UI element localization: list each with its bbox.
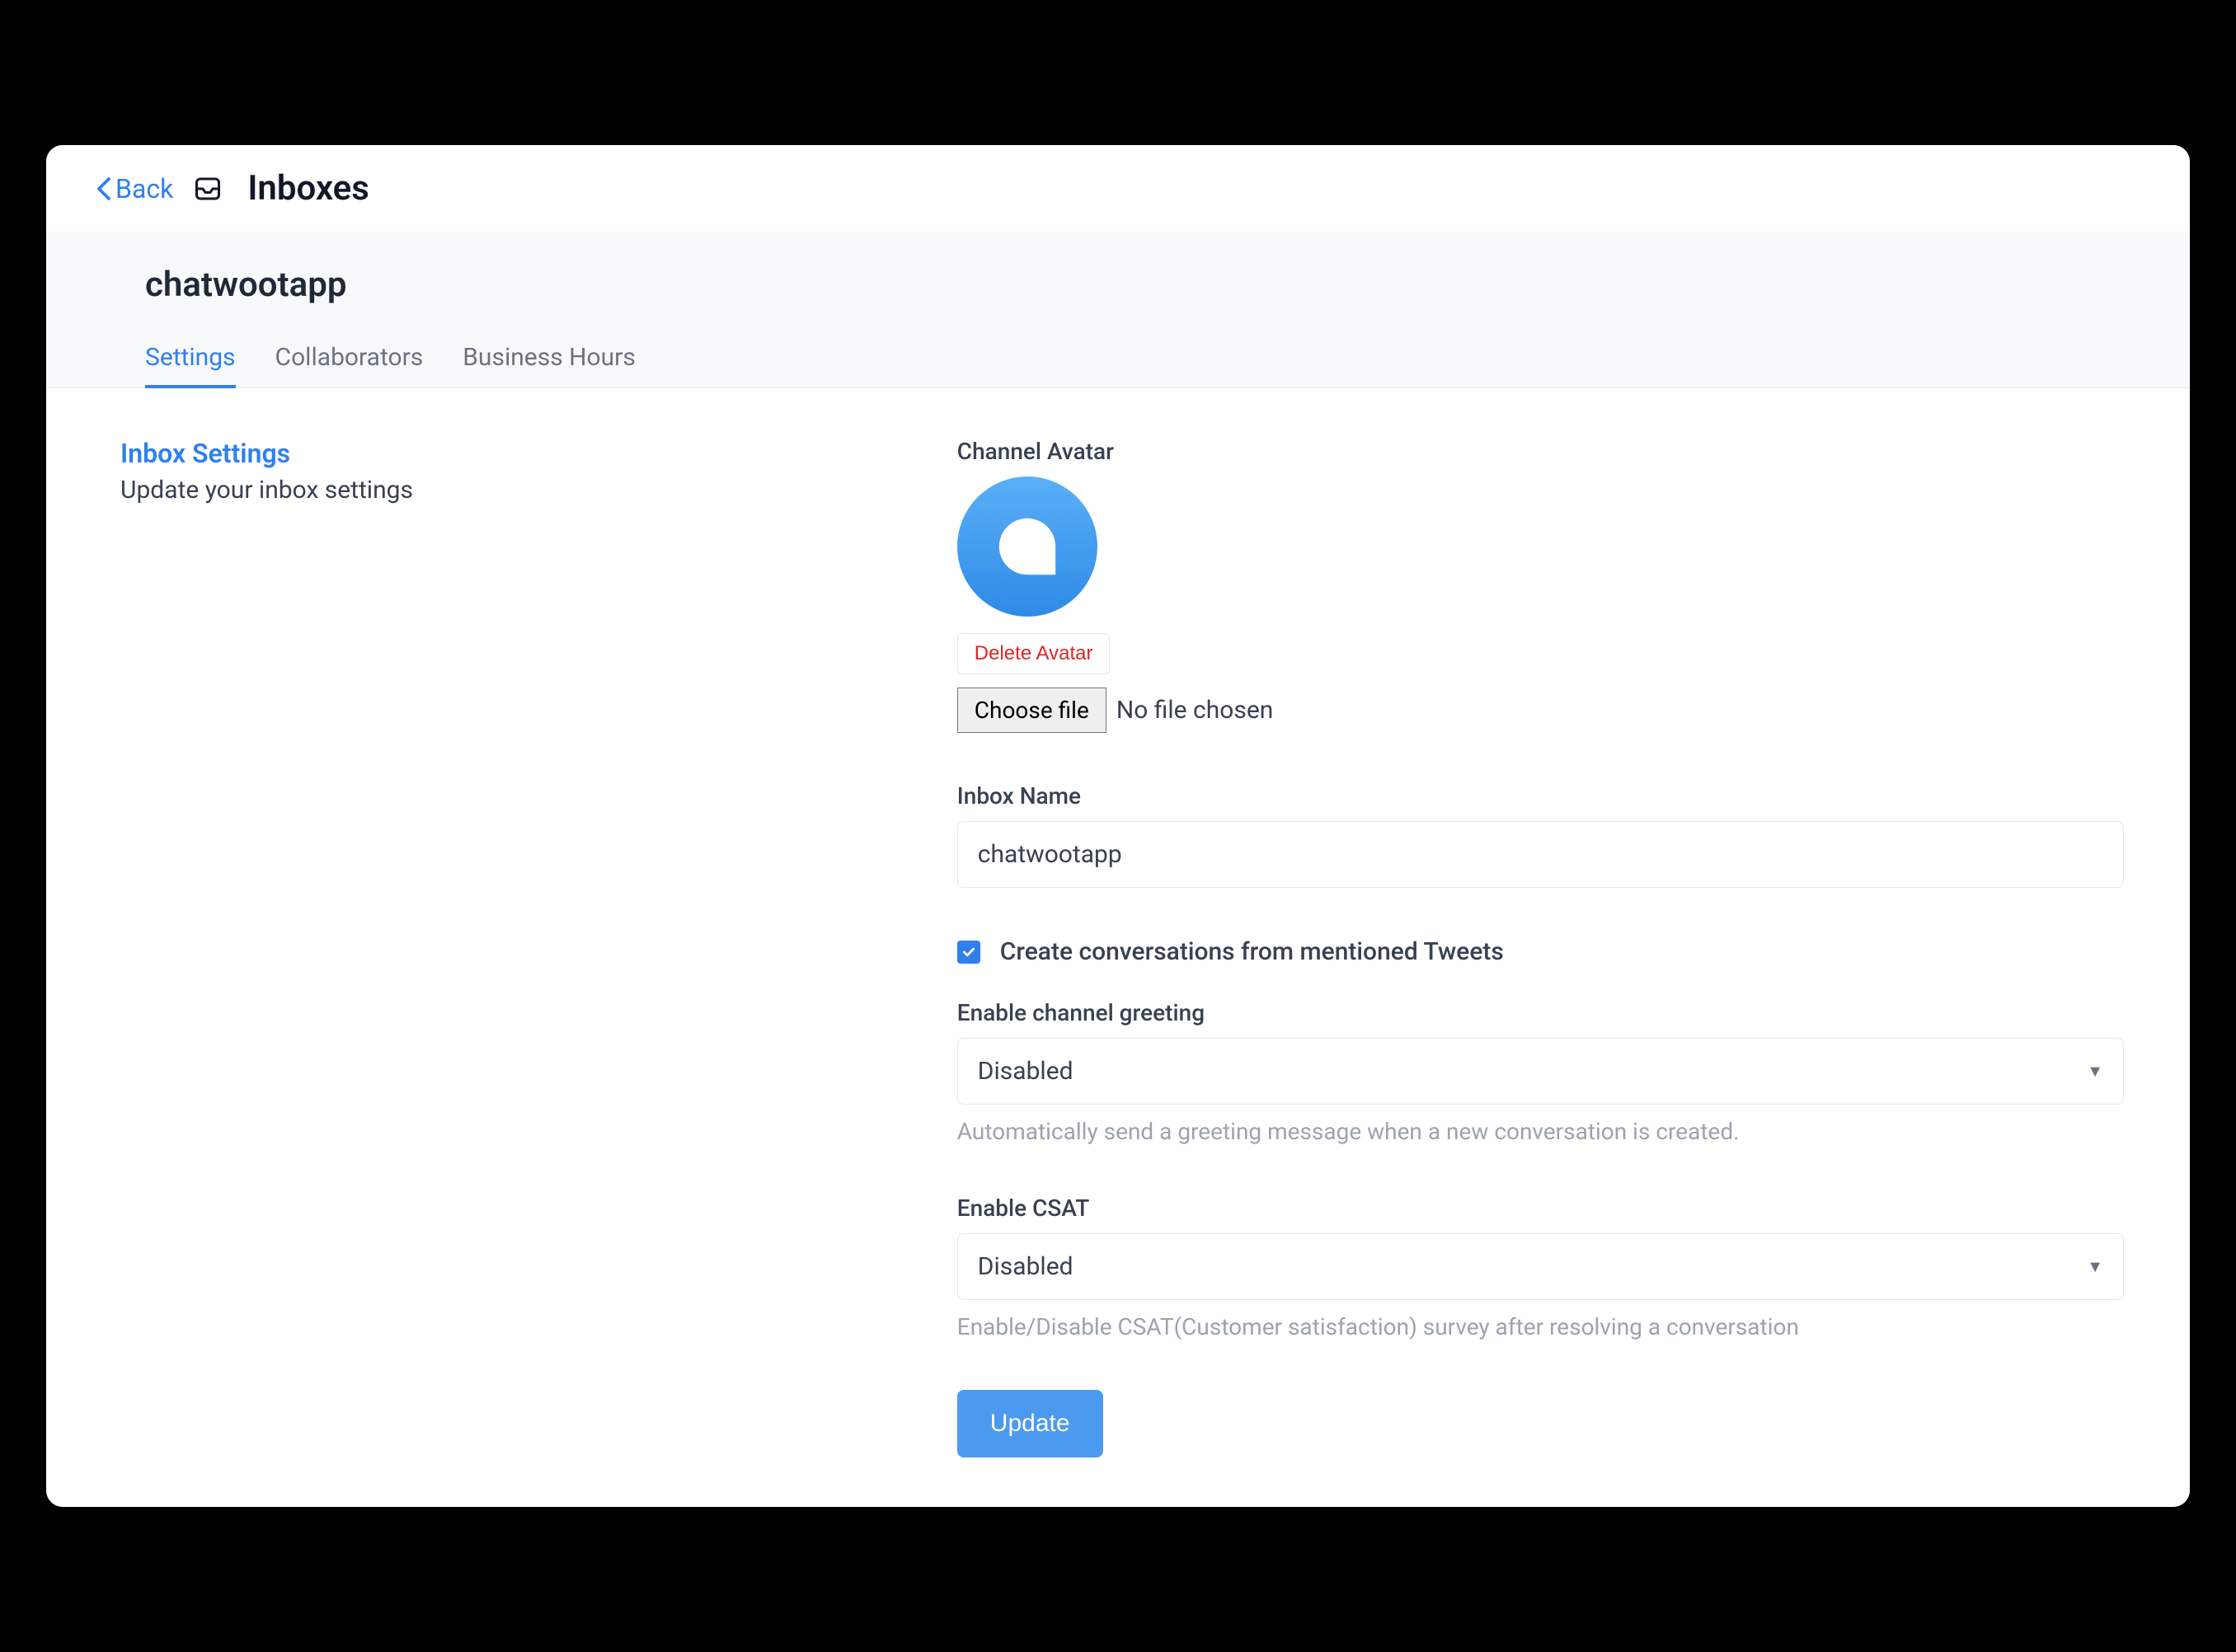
- settings-form: Channel Avatar Delete Avatar Choose file…: [957, 438, 2124, 1457]
- content: Inbox Settings Update your inbox setting…: [46, 388, 2190, 1507]
- inbox-icon: [193, 174, 223, 204]
- avatar-label: Channel Avatar: [957, 438, 2124, 465]
- check-icon: [961, 945, 976, 960]
- tabs: Settings Collaborators Business Hours: [145, 330, 2091, 387]
- inbox-name-heading: chatwootapp: [145, 265, 2091, 305]
- csat-value: Disabled: [978, 1252, 1073, 1281]
- file-input-row: Choose file No file chosen: [957, 688, 2124, 733]
- mentioned-tweets-row: Create conversations from mentioned Twee…: [957, 937, 2124, 966]
- caret-down-icon: ▼: [2087, 1256, 2103, 1277]
- greeting-label: Enable channel greeting: [957, 999, 2124, 1026]
- choose-file-button[interactable]: Choose file: [957, 688, 1106, 733]
- tab-settings[interactable]: Settings: [145, 330, 236, 388]
- settings-sidebar: Inbox Settings Update your inbox setting…: [112, 438, 957, 1457]
- header-bar: Back Inboxes: [46, 145, 2190, 232]
- chatwoot-logo-icon: [990, 509, 1064, 584]
- greeting-select[interactable]: Disabled ▼: [957, 1038, 2124, 1105]
- tab-business-hours[interactable]: Business Hours: [463, 330, 636, 388]
- csat-help: Enable/Disable CSAT(Customer satisfactio…: [957, 1313, 2124, 1340]
- back-button[interactable]: Back: [96, 173, 173, 204]
- chevron-left-icon: [96, 176, 112, 201]
- csat-label: Enable CSAT: [957, 1194, 2124, 1222]
- inbox-name-input[interactable]: [957, 821, 2124, 888]
- app-window: Back Inboxes chatwootapp Settings Collab…: [46, 145, 2190, 1507]
- back-label: Back: [115, 173, 173, 204]
- delete-avatar-button[interactable]: Delete Avatar: [957, 633, 1111, 674]
- avatar-image: [957, 476, 1097, 617]
- update-button[interactable]: Update: [957, 1390, 1103, 1457]
- greeting-value: Disabled: [978, 1057, 1073, 1086]
- csat-select[interactable]: Disabled ▼: [957, 1233, 2124, 1300]
- sub-header: chatwootapp Settings Collaborators Busin…: [46, 232, 2190, 388]
- mentioned-tweets-checkbox[interactable]: [957, 941, 980, 964]
- tab-collaborators[interactable]: Collaborators: [275, 330, 424, 388]
- caret-down-icon: ▼: [2087, 1061, 2103, 1082]
- mentioned-tweets-label: Create conversations from mentioned Twee…: [1000, 937, 1504, 966]
- sidebar-title: Inbox Settings: [120, 438, 908, 469]
- page-title: Inboxes: [247, 168, 369, 209]
- inbox-name-label: Inbox Name: [957, 782, 2124, 810]
- file-status: No file chosen: [1116, 696, 1274, 725]
- greeting-help: Automatically send a greeting message wh…: [957, 1118, 2124, 1145]
- sidebar-description: Update your inbox settings: [120, 476, 908, 505]
